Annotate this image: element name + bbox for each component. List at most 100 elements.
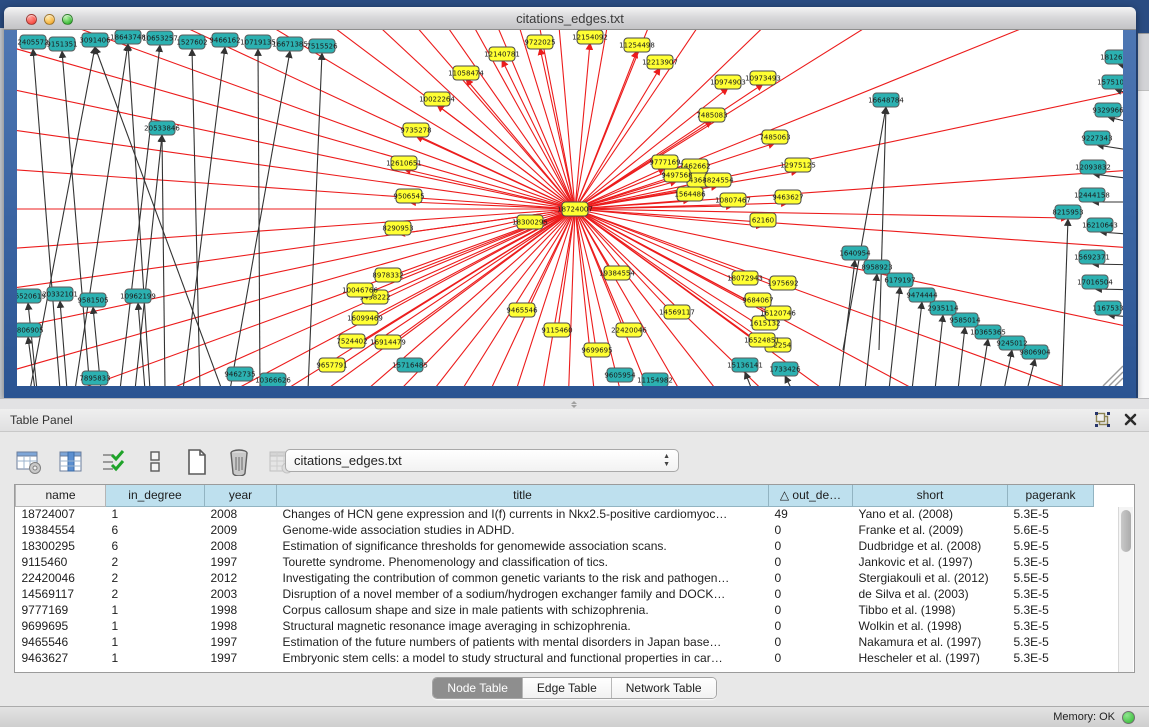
selected-node-10046766[interactable]: 10046766	[342, 283, 378, 297]
node-16648784[interactable]: 16648784	[868, 93, 904, 107]
selected-node-10973493[interactable]: 10973493	[745, 71, 781, 85]
node-9462735[interactable]: 9462735	[224, 367, 255, 381]
column-header-out_de[interactable]: △ out_de…	[769, 485, 853, 506]
node-20332101[interactable]: 20332101	[42, 287, 78, 301]
column-header-pagerank[interactable]: pagerank	[1008, 485, 1094, 506]
selected-node-10974903[interactable]: 10974903	[710, 75, 746, 89]
selected-node-19384554[interactable]: 19384554	[599, 266, 635, 280]
scrollbar-thumb[interactable]	[1121, 510, 1131, 552]
canvas-resize-grip[interactable]	[1103, 366, 1123, 386]
node-9151351[interactable]: 9151351	[46, 37, 77, 51]
selected-node-22420046[interactable]: 22420046	[611, 323, 647, 337]
column-header-in_degree[interactable]: in_degree	[106, 485, 205, 506]
selected-node-9657791[interactable]: 9657791	[316, 358, 347, 372]
network-window-titlebar[interactable]: citations_edges.txt	[4, 7, 1136, 30]
node-12444158[interactable]: 12444158	[1074, 188, 1110, 202]
show-columns-icon[interactable]	[56, 447, 86, 477]
node-11154982[interactable]: 11154982	[637, 373, 673, 386]
selected-node-7485063[interactable]: 7485063	[759, 130, 790, 144]
table-row[interactable]: 911546021997Tourette syndrome. Phenomeno…	[16, 554, 1094, 570]
node-2405572[interactable]: 2405572	[17, 35, 48, 49]
selected-node-9777169[interactable]: 9777169	[649, 155, 680, 169]
node-10962199[interactable]: 10962199	[120, 289, 156, 303]
node-8215953[interactable]: 8215953	[1052, 205, 1083, 219]
panel-splitter[interactable]	[0, 398, 1149, 409]
select-rows-icon[interactable]	[98, 447, 128, 477]
selected-node-18724007[interactable]: 18724007	[557, 202, 593, 216]
node-15692371[interactable]: 15692371	[1074, 250, 1110, 264]
create-column-icon[interactable]	[182, 447, 212, 477]
selected-node-1975692[interactable]: 1975692	[767, 276, 798, 290]
node-9245012[interactable]: 9245012	[996, 336, 1027, 350]
table-row[interactable]: 2242004622012Investigating the contribut…	[16, 570, 1094, 586]
node-10653257[interactable]: 10653257	[142, 31, 178, 45]
tab-network-table[interactable]: Network Table	[612, 678, 716, 698]
table-settings-icon[interactable]	[14, 447, 44, 477]
splitter-handle-icon[interactable]	[569, 401, 579, 408]
table-row[interactable]: 1830029562008Estimation of significance …	[16, 538, 1094, 554]
node-10366626[interactable]: 10366626	[255, 373, 291, 386]
selected-node-10022264[interactable]: 10022264	[419, 92, 455, 106]
node-9329966[interactable]: 9329966	[1092, 103, 1123, 117]
table-row[interactable]: 946554611997Estimation of the future num…	[16, 634, 1094, 650]
node-20533846[interactable]: 20533846	[144, 121, 180, 135]
selected-node-7485083[interactable]: 7485083	[696, 108, 727, 122]
node-9474444[interactable]: 9474444	[906, 288, 938, 302]
selected-node-14569117[interactable]: 14569117	[659, 305, 695, 319]
node-9466162[interactable]: 9466162	[209, 33, 240, 47]
node-1640954[interactable]: 1640954	[839, 246, 871, 260]
selected-node-12975125[interactable]: 12975125	[780, 158, 816, 172]
node-7515526[interactable]: 7515526	[306, 39, 338, 53]
selected-node-12140781[interactable]: 12140781	[484, 47, 520, 61]
selected-node-1564486[interactable]: 1564486	[674, 187, 706, 201]
node-17016504[interactable]: 17016504	[1077, 275, 1113, 289]
node-18643748[interactable]: 18643748	[110, 30, 146, 44]
selected-node-9497568[interactable]: 9497568	[661, 168, 692, 182]
selected-node-9506545[interactable]: 9506545	[393, 189, 424, 203]
citation-network-graph[interactable]: 1167533170165041569237116210643821595312…	[17, 30, 1123, 386]
node-7895833[interactable]: 7895833	[79, 371, 110, 385]
node-8958923[interactable]: 8958923	[861, 260, 892, 274]
delete-column-icon[interactable]	[224, 447, 254, 477]
column-header-name[interactable]: name	[16, 485, 106, 506]
selected-node-9684067[interactable]: 9684067	[742, 293, 773, 307]
table-row[interactable]: 1872400712008Changes of HCN gene express…	[16, 506, 1094, 522]
node-1733426[interactable]: 1733426	[769, 362, 801, 376]
float-panel-icon[interactable]	[1095, 412, 1110, 427]
node-3091406[interactable]: 3091406	[79, 33, 111, 47]
selected-node-10807467[interactable]: 10807467	[715, 193, 751, 207]
selected-node-9722025[interactable]: 9722025	[524, 35, 555, 49]
table-row[interactable]: 969969511998Structural magnetic resonanc…	[16, 618, 1094, 634]
selected-node-16120746[interactable]: 16120746	[760, 306, 796, 320]
node-9806905[interactable]: 9806905	[17, 323, 44, 337]
selected-node-16524851[interactable]: 16524851	[744, 333, 780, 347]
selected-node-18072943[interactable]: 18072943	[727, 271, 763, 285]
selected-node-7524402[interactable]: 7524402	[336, 334, 367, 348]
node-9605954[interactable]: 9605954	[604, 368, 636, 382]
network-canvas[interactable]: 1167533170165041569237116210643821595312…	[17, 30, 1123, 386]
selected-node-9115460[interactable]: 9115460	[541, 323, 572, 337]
node-9227343[interactable]: 9227343	[1081, 131, 1112, 145]
node-15136141[interactable]: 15136141	[727, 358, 763, 372]
node-1527602[interactable]: 1527602	[176, 35, 207, 49]
node-10719135[interactable]: 10719135	[240, 35, 276, 49]
selected-node-12154092[interactable]: 12154092	[572, 30, 608, 44]
table-row[interactable]: 946362711997Embryonic stem cells: a mode…	[16, 650, 1094, 666]
node-2935114[interactable]: 2935114	[927, 301, 959, 315]
selected-node-8978332[interactable]: 8978332	[372, 268, 403, 282]
node-6179197[interactable]: 6179197	[884, 273, 915, 287]
selected-node-16099469[interactable]: 16099469	[347, 311, 383, 325]
table-row[interactable]: 1938455462009Genome-wide association stu…	[16, 522, 1094, 538]
selected-node-9699695[interactable]: 9699695	[581, 343, 612, 357]
table-row[interactable]: 1456911722003Disruption of a novel membe…	[16, 586, 1094, 602]
column-header-short[interactable]: short	[853, 485, 1008, 506]
selected-node-62160[interactable]: 62160	[750, 213, 776, 227]
node-15716485[interactable]: 15716485	[392, 358, 428, 372]
node-1167533[interactable]: 1167533	[1092, 301, 1123, 315]
table-vertical-scrollbar[interactable]	[1118, 507, 1133, 673]
column-header-year[interactable]: year	[205, 485, 277, 506]
column-header-title[interactable]: title	[277, 485, 769, 506]
selected-node-9735278[interactable]: 9735278	[400, 123, 431, 137]
selected-node-9463627[interactable]: 9463627	[772, 190, 803, 204]
close-panel-icon[interactable]	[1124, 413, 1137, 426]
